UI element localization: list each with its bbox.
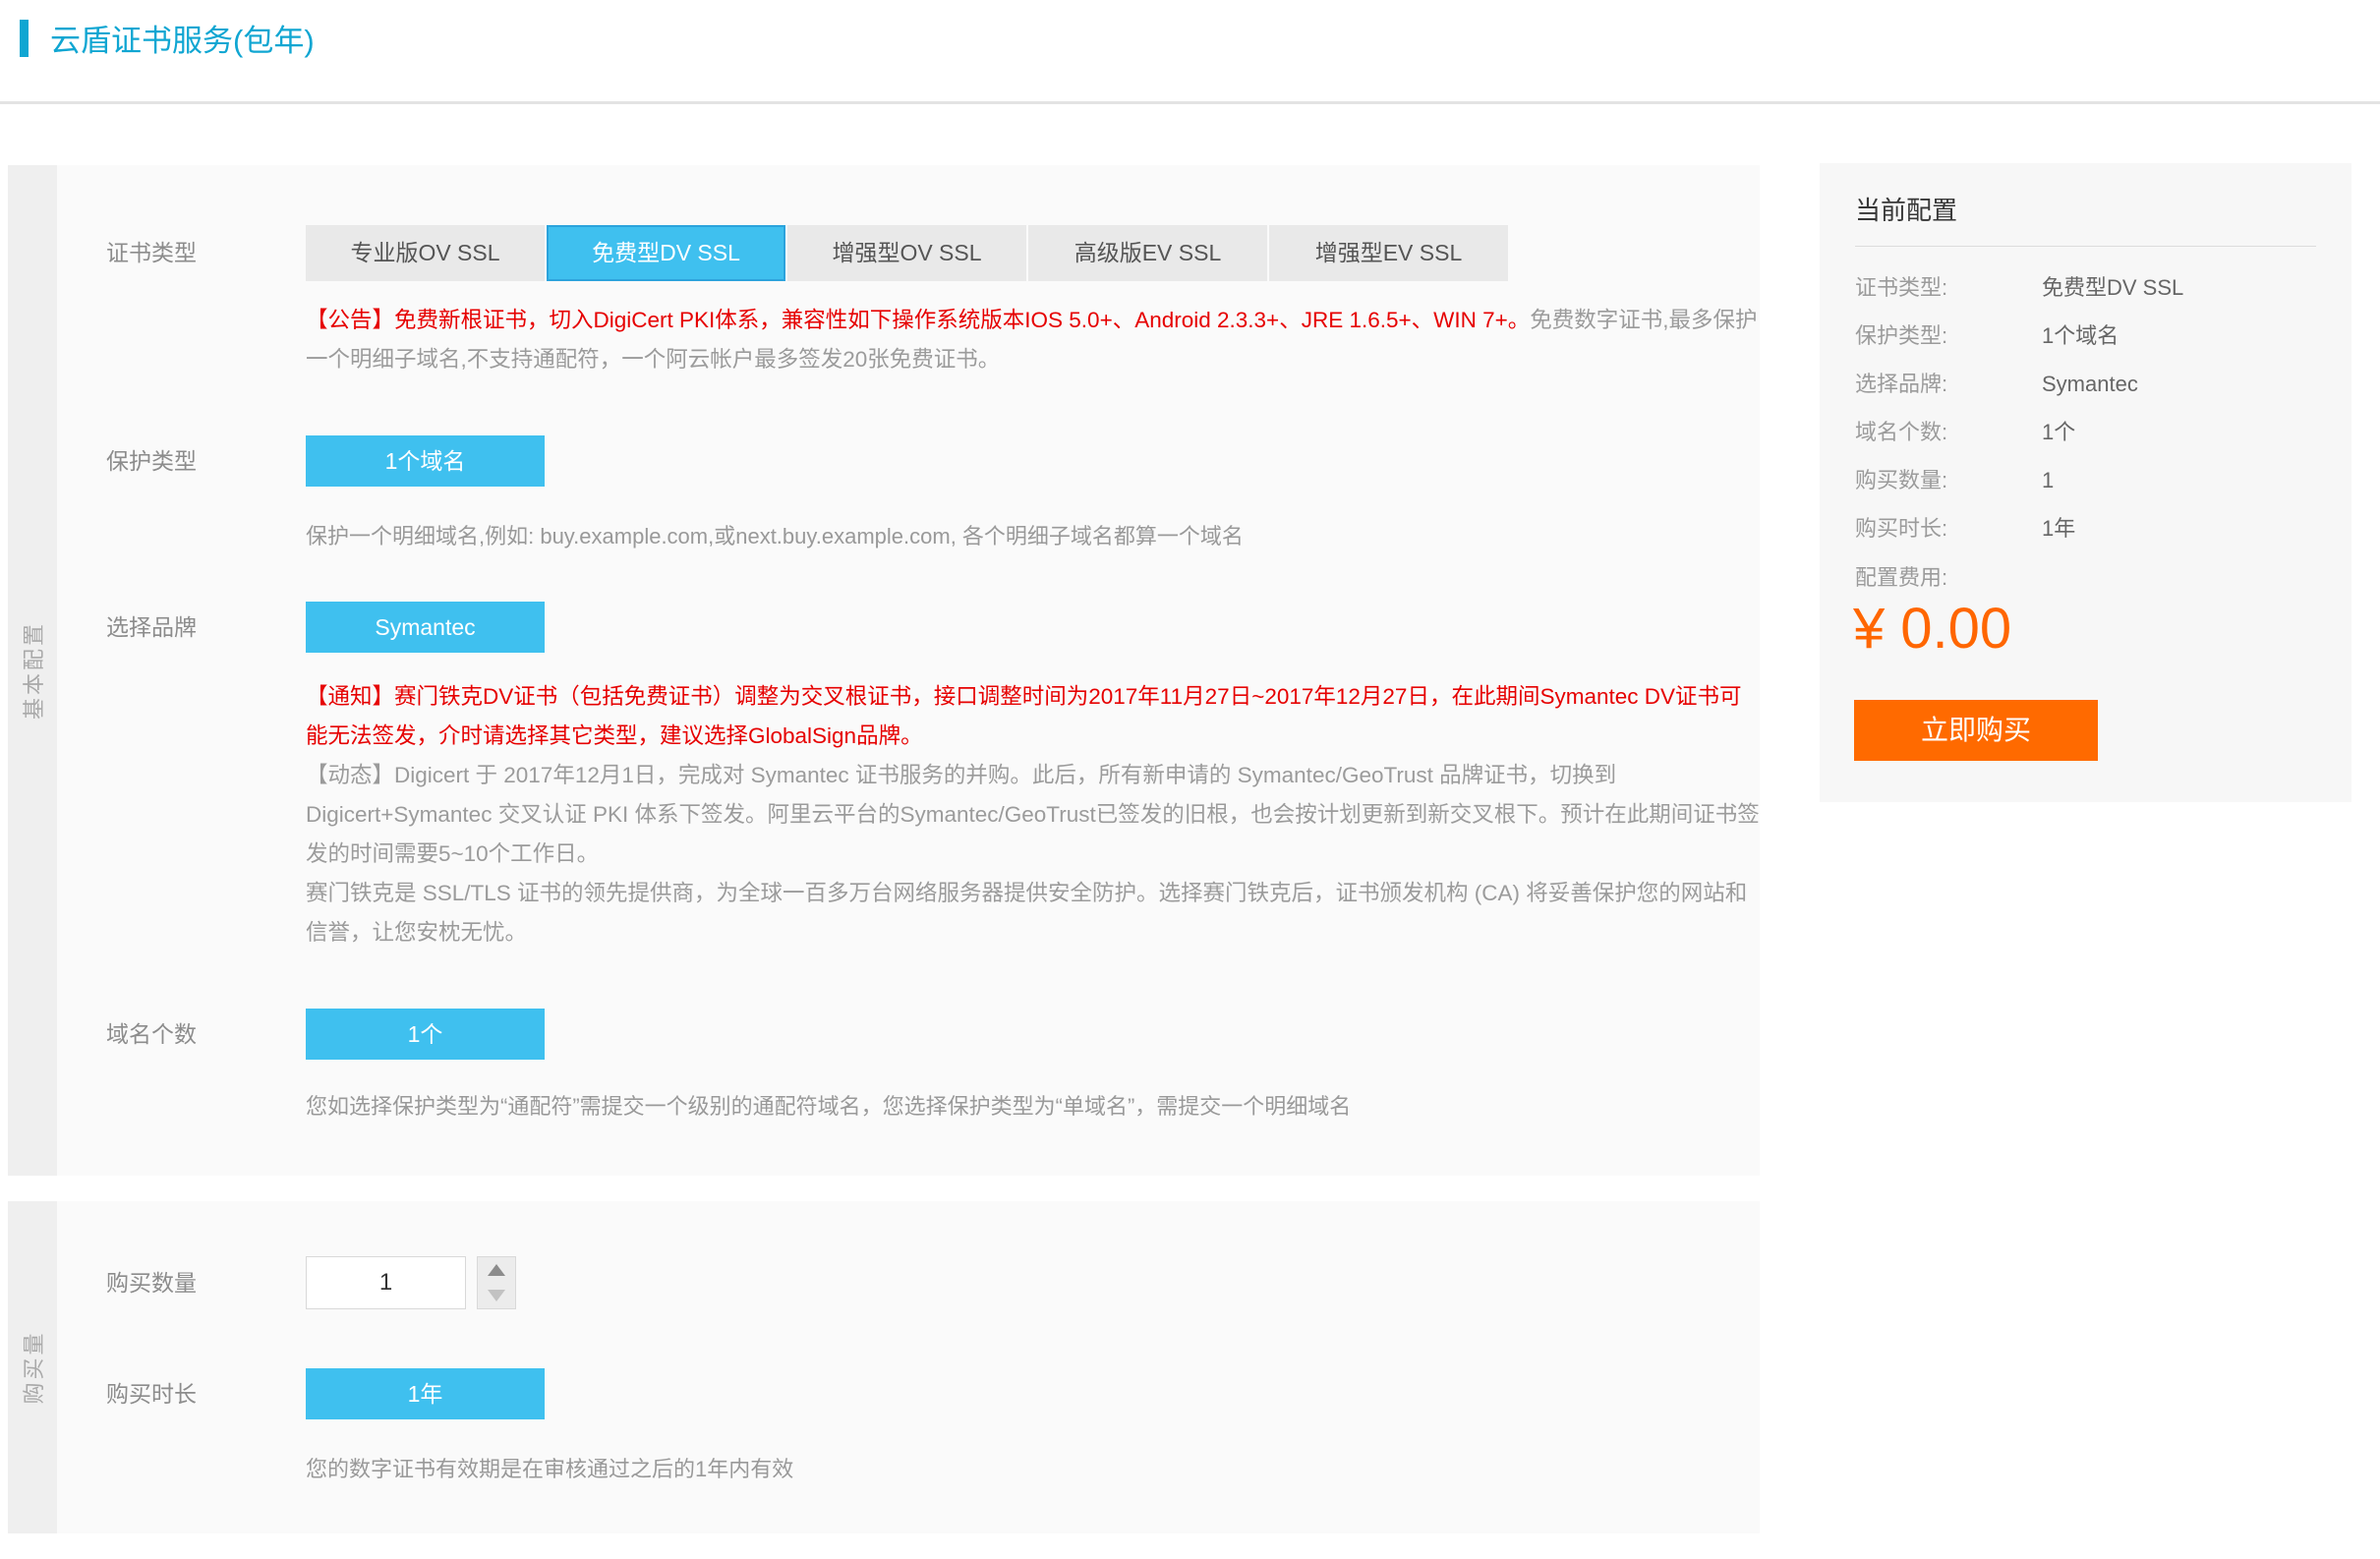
duration-option-1-year[interactable]: 1年 — [306, 1368, 545, 1419]
summary-divider — [1855, 246, 2316, 247]
quantity-stepper — [477, 1256, 516, 1309]
brand-label: 选择品牌 — [106, 602, 197, 653]
price: ¥0.00 — [1853, 596, 2011, 662]
title-accent-bar — [20, 20, 29, 57]
stepper-up-button[interactable] — [478, 1257, 515, 1283]
arrow-up-icon — [488, 1264, 505, 1276]
duration-desc: 您的数字证书有效期是在审核通过之后的1年内有效 — [306, 1452, 793, 1483]
page-title: 云盾证书服务(包年) — [50, 16, 315, 60]
protect-type-option-1-domain[interactable]: 1个域名 — [306, 435, 545, 487]
brand-notices: 【通知】赛门铁克DV证书（包括免费证书）调整为交叉根证书，接口调整时间为2017… — [306, 677, 1763, 953]
basic-config-section: 基本配置 证书类型 专业版OV SSL 免费型DV SSL 增强型OV SSL … — [8, 165, 1760, 1176]
stepper-down-button[interactable] — [478, 1283, 515, 1308]
current-config-panel: 当前配置 证书类型: 免费型DV SSL 保护类型: 1个域名 选择品牌: Sy… — [1820, 163, 2351, 802]
summary-rows: 证书类型: 免费型DV SSL 保护类型: 1个域名 选择品牌: Symante… — [1855, 263, 2316, 552]
quantity-label: 购买数量 — [106, 1256, 197, 1309]
summary-row-protect-type: 保护类型: 1个域名 — [1855, 312, 2316, 360]
purchase-section: 购买量 购买数量 购买时长 1年 您的数字证书有效期是在审核通过之后的1年内有效 — [8, 1201, 1760, 1533]
fee-label: 配置费用: — [1855, 560, 1947, 592]
tab-ov-ssl-enhanced[interactable]: 增强型OV SSL — [787, 225, 1026, 281]
section-strip-purchase: 购买量 — [8, 1201, 57, 1533]
summary-row-domain-count: 域名个数: 1个 — [1855, 408, 2316, 456]
page-header: 云盾证书服务(包年) — [20, 16, 315, 60]
summary-value: 1年 — [2042, 504, 2075, 552]
cert-type-label: 证书类型 — [106, 225, 197, 281]
summary-row-quantity: 购买数量: 1 — [1855, 456, 2316, 504]
section-label-basic: 基本配置 — [17, 621, 48, 720]
cert-type-tabs: 专业版OV SSL 免费型DV SSL 增强型OV SSL 高级版EV SSL … — [306, 225, 1510, 281]
quantity-input[interactable] — [306, 1256, 466, 1309]
summary-label: 证书类型: — [1855, 263, 1947, 312]
price-amount: 0.00 — [1900, 597, 2011, 661]
summary-label: 购买数量: — [1855, 456, 1947, 504]
protect-type-label: 保护类型 — [106, 435, 197, 487]
price-currency: ¥ — [1853, 597, 1885, 661]
summary-value: 1个 — [2042, 408, 2075, 456]
brand-notice-symantec-intro: 赛门铁克是 SSL/TLS 证书的领先提供商，为全球一百多万台网络服务器提供安全… — [306, 874, 1763, 953]
summary-title: 当前配置 — [1855, 191, 1957, 227]
summary-value: Symantec — [2042, 360, 2138, 408]
tab-ev-ssl-enhanced[interactable]: 增强型EV SSL — [1269, 225, 1508, 281]
tab-ov-ssl-pro[interactable]: 专业版OV SSL — [306, 225, 545, 281]
summary-row-cert-type: 证书类型: 免费型DV SSL — [1855, 263, 2316, 312]
summary-label: 保护类型: — [1855, 312, 1947, 360]
arrow-down-icon — [488, 1290, 505, 1301]
announcement-red-text: 【公告】免费新根证书，切入DigiCert PKI体系，兼容性如下操作系统版本I… — [306, 308, 1530, 332]
summary-row-brand: 选择品牌: Symantec — [1855, 360, 2316, 408]
duration-label: 购买时长 — [106, 1368, 197, 1419]
protect-type-desc: 保护一个明细域名,例如: buy.example.com,或next.buy.e… — [306, 519, 1244, 550]
cert-type-announcement: 【公告】免费新根证书，切入DigiCert PKI体系，兼容性如下操作系统版本I… — [306, 301, 1763, 379]
summary-value: 1 — [2042, 456, 2054, 504]
domain-count-desc: 您如选择保护类型为“通配符”需提交一个级别的通配符域名，您选择保护类型为“单域名… — [306, 1089, 1351, 1121]
brand-notice-red: 【通知】赛门铁克DV证书（包括免费证书）调整为交叉根证书，接口调整时间为2017… — [306, 677, 1763, 756]
section-strip-basic: 基本配置 — [8, 165, 57, 1176]
summary-value: 免费型DV SSL — [2042, 263, 2183, 312]
tab-dv-ssl-free[interactable]: 免费型DV SSL — [547, 225, 785, 281]
summary-row-duration: 购买时长: 1年 — [1855, 504, 2316, 552]
summary-label: 选择品牌: — [1855, 360, 1947, 408]
tab-ev-ssl-advanced[interactable]: 高级版EV SSL — [1028, 225, 1267, 281]
header-divider — [0, 101, 2380, 104]
summary-value: 1个域名 — [2042, 312, 2119, 360]
domain-count-label: 域名个数 — [106, 1009, 197, 1060]
summary-label: 购买时长: — [1855, 504, 1947, 552]
domain-count-option-1[interactable]: 1个 — [306, 1009, 545, 1060]
brand-option-symantec[interactable]: Symantec — [306, 602, 545, 653]
summary-label: 域名个数: — [1855, 408, 1947, 456]
section-label-purchase: 购买量 — [17, 1330, 48, 1404]
brand-notice-digicert: 【动态】Digicert 于 2017年12月1日，完成对 Symantec 证… — [306, 756, 1763, 874]
buy-now-button[interactable]: 立即购买 — [1854, 700, 2098, 761]
